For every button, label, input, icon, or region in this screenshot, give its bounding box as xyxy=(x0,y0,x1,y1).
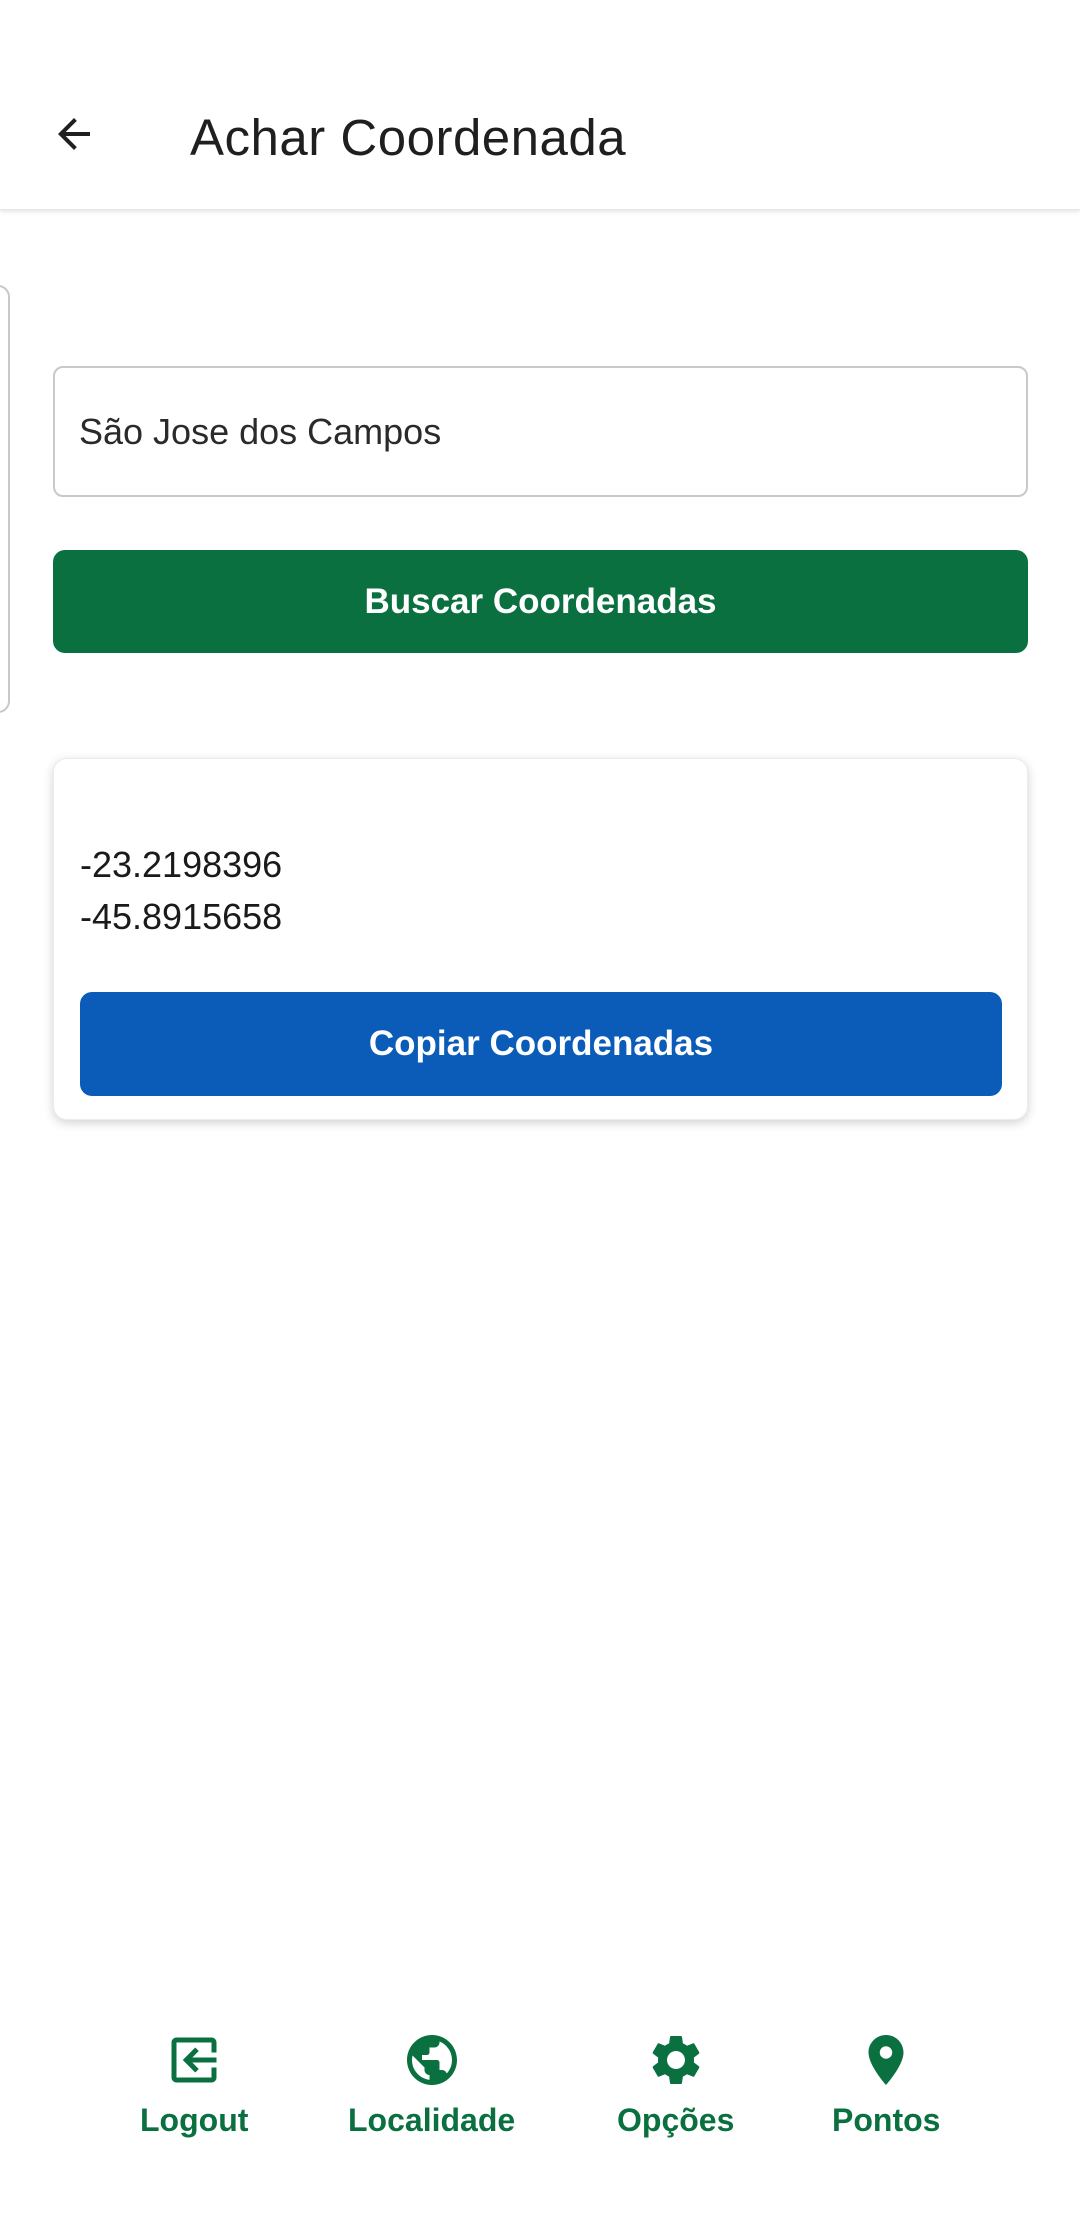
city-search-input[interactable] xyxy=(53,366,1028,497)
search-coordinates-button[interactable]: Buscar Coordenadas xyxy=(53,550,1028,653)
side-panel-edge xyxy=(0,285,10,713)
longitude-value: -45.8915658 xyxy=(80,896,283,937)
nav-item-opcoes[interactable]: Opções xyxy=(617,2028,734,2139)
result-card: -23.2198396 -45.8915658 Copiar Coordenad… xyxy=(53,758,1028,1120)
nav-item-logout[interactable]: Logout xyxy=(140,2028,248,2139)
logout-icon xyxy=(162,2028,226,2092)
copy-coordinates-button[interactable]: Copiar Coordenadas xyxy=(80,992,1002,1096)
bottom-nav: Logout Localidade Opções Pontos xyxy=(0,2010,1080,2220)
nav-label-logout: Logout xyxy=(140,2102,249,2138)
nav-label-opcoes: Opções xyxy=(617,2102,735,2138)
page-title: Achar Coordenada xyxy=(190,109,627,166)
globe-icon xyxy=(400,2028,464,2092)
nav-label-pontos: Pontos xyxy=(832,2102,941,2138)
gear-icon xyxy=(644,2028,708,2092)
nav-label-localidade: Localidade xyxy=(348,2102,516,2138)
latitude-value: -23.2198396 xyxy=(80,844,283,885)
coordinates-display: -23.2198396 -45.8915658 xyxy=(80,839,282,943)
map-pin-icon xyxy=(854,2028,918,2092)
arrow-left-icon xyxy=(50,110,98,163)
nav-item-localidade[interactable]: Localidade xyxy=(348,2028,515,2139)
back-button[interactable] xyxy=(32,100,116,172)
nav-item-pontos[interactable]: Pontos xyxy=(832,2028,940,2139)
app-bar: Achar Coordenada xyxy=(0,0,1080,210)
